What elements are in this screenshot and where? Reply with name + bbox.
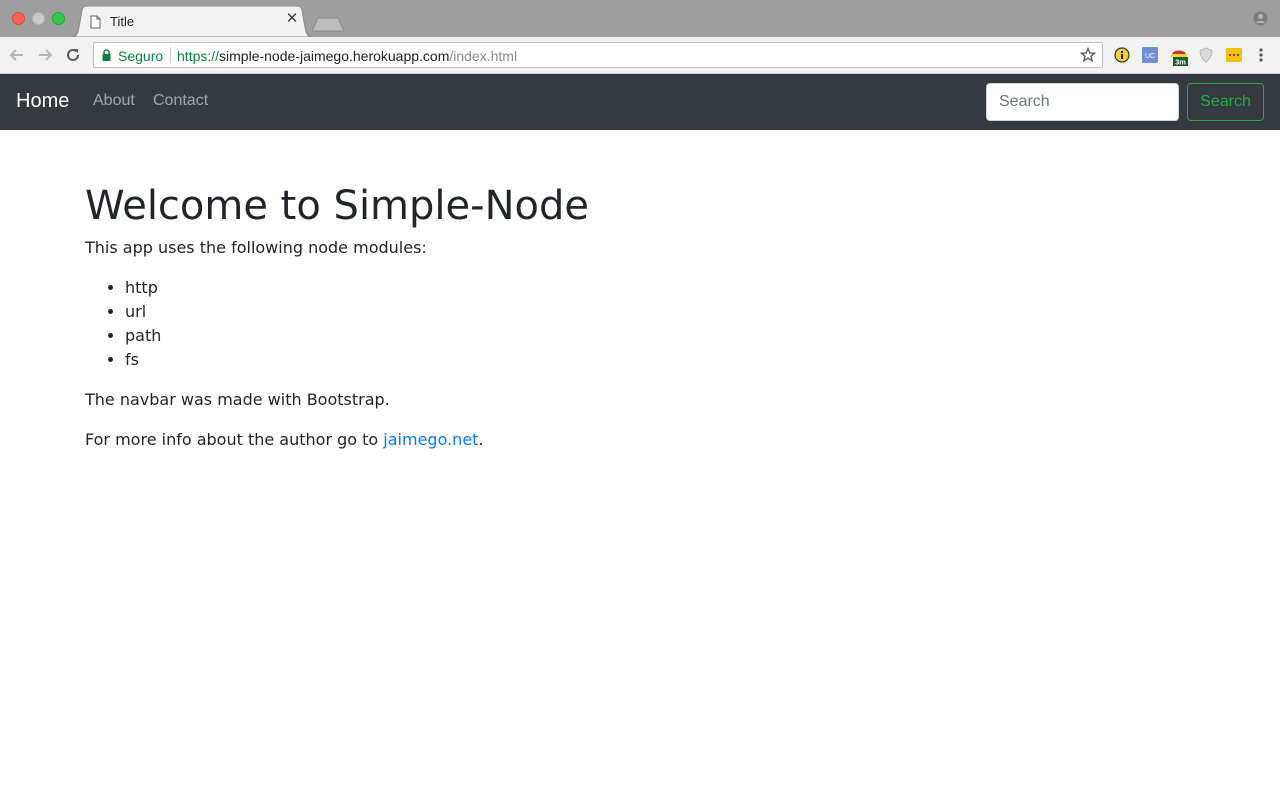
info-extension-icon[interactable] xyxy=(1114,47,1130,63)
uc-extension-icon[interactable]: UC xyxy=(1142,47,1158,63)
tab-close-icon[interactable]: ✕ xyxy=(285,11,299,26)
author-paragraph: For more info about the author go to jai… xyxy=(85,428,1185,452)
browser-toolbar: Seguro https://simple-node-jaimego.herok… xyxy=(0,37,1280,74)
window-minimize-button[interactable] xyxy=(32,12,45,25)
browser-tab-strip: Title ✕ xyxy=(0,0,1280,37)
window-maximize-button[interactable] xyxy=(52,12,65,25)
list-item-http: http xyxy=(125,276,1185,300)
nav-link-contact[interactable]: Contact xyxy=(153,92,208,110)
url-text[interactable]: https://simple-node-jaimego.herokuapp.co… xyxy=(177,48,517,64)
shield-extension-icon[interactable] xyxy=(1198,47,1214,63)
forward-arrow-icon[interactable] xyxy=(36,46,54,64)
back-arrow-icon[interactable] xyxy=(8,46,26,64)
navbar-brand-home[interactable]: Home xyxy=(16,90,69,113)
list-item-url: url xyxy=(125,300,1185,324)
module-list: http url path fs xyxy=(125,276,1185,372)
tab-title: Title xyxy=(110,14,135,29)
page-heading: Welcome to Simple-Node xyxy=(85,183,589,229)
site-navbar: Home About Contact Search xyxy=(0,74,1280,130)
profile-icon[interactable] xyxy=(1253,11,1268,26)
address-bar[interactable]: Seguro https://simple-node-jaimego.herok… xyxy=(93,42,1103,68)
search-button[interactable]: Search xyxy=(1187,83,1264,121)
list-item-path: path xyxy=(125,324,1185,348)
author-link[interactable]: jaimego.net xyxy=(383,430,478,449)
uc-extension-label: UC xyxy=(1145,53,1155,60)
main-content: Welcome to Simple-Node This app uses the… xyxy=(85,180,1185,452)
nav-link-about[interactable]: About xyxy=(93,92,135,110)
author-prefix: For more info about the author go to xyxy=(85,430,384,449)
yellow-extension-icon[interactable] xyxy=(1226,47,1242,63)
bookmark-star-icon[interactable] xyxy=(1080,47,1096,63)
timer-extension-icon[interactable]: 3m xyxy=(1170,46,1188,66)
browser-tab[interactable]: Title ✕ xyxy=(70,6,314,37)
list-item-fs: fs xyxy=(125,348,1185,372)
reload-icon[interactable] xyxy=(64,46,82,64)
address-divider xyxy=(170,47,171,63)
bootstrap-note: The navbar was made with Bootstrap. xyxy=(85,390,390,409)
secure-label: Seguro xyxy=(118,48,164,64)
lock-icon xyxy=(102,49,111,61)
timer-badge: 3m xyxy=(1175,58,1186,67)
browser-menu-icon[interactable] xyxy=(1256,46,1266,64)
window-close-button[interactable] xyxy=(12,12,25,25)
intro-text: This app uses the following node modules… xyxy=(85,238,427,257)
url-path: /index.html xyxy=(449,48,518,64)
new-tab-button[interactable] xyxy=(312,17,344,32)
url-host: simple-node-jaimego.herokuapp.com xyxy=(219,48,450,64)
author-suffix: . xyxy=(478,430,484,449)
page-icon xyxy=(90,15,101,29)
search-input[interactable] xyxy=(986,83,1179,121)
url-scheme: https:// xyxy=(177,48,220,64)
